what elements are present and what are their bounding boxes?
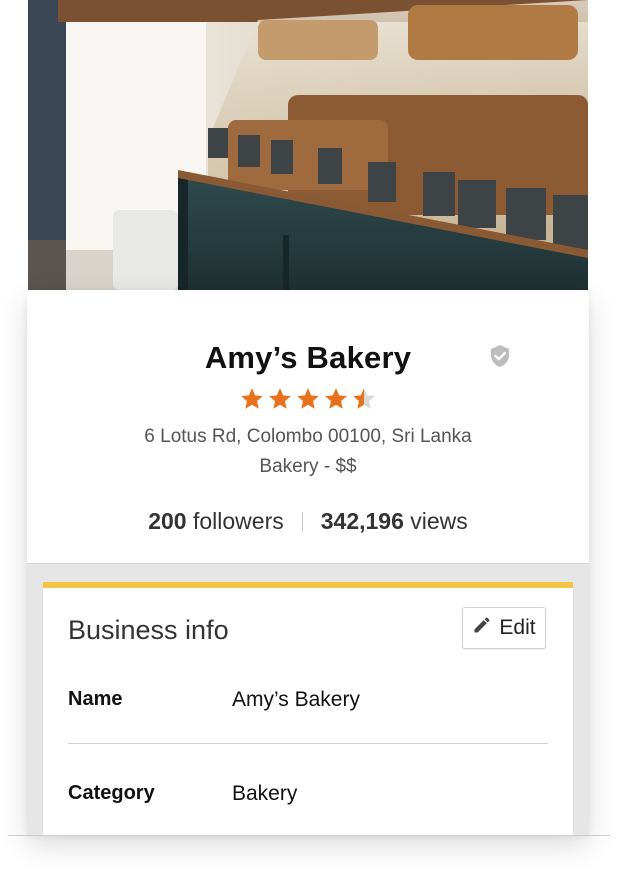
info-row-value: Bakery bbox=[232, 782, 298, 805]
star-icon bbox=[351, 386, 377, 412]
star-icon bbox=[323, 386, 349, 412]
star-icon bbox=[295, 386, 321, 412]
views-count: 342,196 bbox=[320, 508, 404, 534]
info-row-name[interactable]: Name Amy’s Bakery bbox=[68, 680, 548, 720]
business-stats: 200 followers 342,196 views bbox=[27, 508, 589, 535]
pencil-icon bbox=[472, 615, 492, 641]
followers-count: 200 bbox=[148, 508, 187, 534]
edit-button-label: Edit bbox=[499, 616, 536, 639]
business-info-section: Business info Edit Name Amy’s Bakery Cat… bbox=[27, 563, 589, 835]
business-name: Amy’s Bakery bbox=[204, 340, 412, 375]
business-profile-card: Amy’s Bakery 6 Lotus Rd, Colombo 00100, … bbox=[27, 290, 589, 835]
views-stat: 342,196 views bbox=[321, 508, 468, 535]
info-row-category[interactable]: Category Bakery bbox=[68, 774, 548, 814]
followers-stat: 200 followers bbox=[148, 508, 284, 535]
page-bottom-divider bbox=[8, 835, 610, 836]
cover-photo bbox=[28, 0, 588, 290]
row-divider bbox=[68, 743, 548, 744]
edit-button[interactable]: Edit bbox=[462, 607, 546, 649]
star-icon bbox=[267, 386, 293, 412]
business-address: 6 Lotus Rd, Colombo 00100, Sri Lanka bbox=[144, 426, 472, 447]
business-info-title: Business info bbox=[68, 615, 229, 645]
info-row-label: Category bbox=[68, 782, 155, 804]
star-icon bbox=[239, 386, 265, 412]
views-label: views bbox=[410, 508, 468, 534]
stats-divider bbox=[301, 511, 303, 532]
followers-label: followers bbox=[192, 508, 284, 534]
info-row-label: Name bbox=[68, 688, 123, 710]
star-rating bbox=[27, 386, 589, 412]
info-row-value: Amy’s Bakery bbox=[232, 688, 360, 711]
business-category-price: Bakery - $$ bbox=[259, 456, 357, 477]
business-info-card: Business info Edit Name Amy’s Bakery Cat… bbox=[43, 582, 573, 835]
